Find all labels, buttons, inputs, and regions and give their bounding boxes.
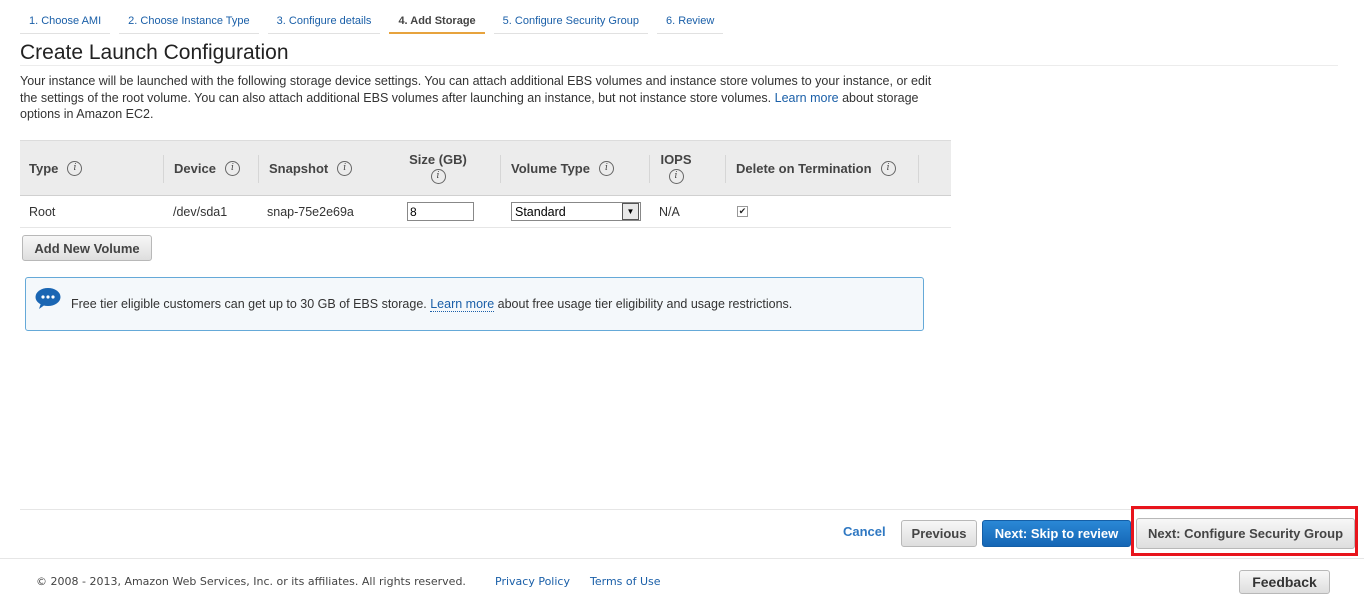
cell-size [407,196,474,227]
previous-button[interactable]: Previous [901,520,977,547]
add-new-volume-button[interactable]: Add New Volume [22,235,152,261]
column-divider [649,155,650,183]
info-icon[interactable]: i [67,160,83,176]
header-volume-type: Volume Type i [511,141,614,195]
learn-more-free-tier-link[interactable]: Learn more [430,297,495,312]
delete-on-termination-checkbox[interactable]: ✔ [737,206,748,217]
step-review[interactable]: 6. Review [657,12,724,34]
header-device: Device i [174,141,240,195]
header-delete-on-termination: Delete on Termination i [736,141,896,195]
step-choose-ami[interactable]: 1. Choose AMI [20,12,111,34]
skip-to-review-button[interactable]: Next: Skip to review [982,520,1131,547]
speech-bubble-icon [35,288,61,309]
info-icon[interactable]: i [880,160,896,176]
info-icon[interactable]: i [430,169,446,184]
footer-divider [0,558,1364,559]
header-snapshot-label: Snapshot [269,160,329,176]
volume-type-value: Standard [515,204,566,219]
info-icon[interactable]: i [337,160,353,176]
table-header: Type i Device i Snapshot i Size (GB) i V… [20,140,951,196]
volume-type-select[interactable]: Standard ▼ [511,202,641,221]
free-tier-notice: Free tier eligible customers can get up … [25,277,924,331]
copyright-text: © 2008 - 2013, Amazon Web Services, Inc.… [36,575,466,588]
notice-text: Free tier eligible customers can get up … [71,297,793,312]
header-size: Size (GB) i [409,141,467,195]
cell-snapshot: snap-75e2e69a [267,204,354,219]
column-divider [725,155,726,183]
step-add-storage[interactable]: 4. Add Storage [389,12,485,34]
cell-iops: N/A [659,204,680,219]
dropdown-arrow-icon[interactable]: ▼ [622,203,639,220]
header-device-label: Device [174,160,216,176]
step-configure-details[interactable]: 3. Configure details [267,12,381,34]
highlight-box [1131,506,1358,556]
cell-device: /dev/sda1 [173,204,228,219]
column-divider [918,155,919,183]
table-row: Root /dev/sda1 snap-75e2e69a Standard ▼ … [20,196,951,228]
notice-text-end: about free usage tier eligibility and us… [497,297,793,311]
column-divider [163,155,164,183]
feedback-button[interactable]: Feedback [1239,570,1330,594]
column-divider [500,155,501,183]
info-icon[interactable]: i [224,160,240,176]
cell-delete-on-termination: ✔ [737,196,748,227]
step-configure-security-group[interactable]: 5. Configure Security Group [493,12,649,34]
privacy-policy-link[interactable]: Privacy Policy [495,575,570,588]
header-size-label: Size (GB) [409,152,467,167]
wizard-steps: 1. Choose AMI 2. Choose Instance Type 3.… [20,12,732,34]
size-input[interactable] [407,202,474,221]
header-iops-label: IOPS [660,152,692,167]
cell-volume-type: Standard ▼ [511,196,641,227]
notice-text-start: Free tier eligible customers can get up … [71,297,427,311]
terms-of-use-link[interactable]: Terms of Use [590,575,661,588]
cancel-link[interactable]: Cancel [843,524,886,539]
learn-more-storage-link[interactable]: Learn more [775,91,839,105]
storage-table: Type i Device i Snapshot i Size (GB) i V… [20,140,951,228]
header-type-label: Type [29,160,59,176]
page-title: Create Launch Configuration [20,41,1338,66]
header-iops: IOPS i [659,141,693,195]
storage-description: Your instance will be launched with the … [20,73,945,123]
info-icon[interactable]: i [668,169,684,184]
info-icon[interactable]: i [598,160,614,176]
header-volume-type-label: Volume Type [511,160,590,176]
header-snapshot: Snapshot i [269,141,353,195]
step-choose-instance-type[interactable]: 2. Choose Instance Type [119,12,259,34]
column-divider [258,155,259,183]
cell-type: Root [29,204,56,219]
header-delete-label: Delete on Termination [736,160,872,176]
header-type: Type i [29,141,83,195]
